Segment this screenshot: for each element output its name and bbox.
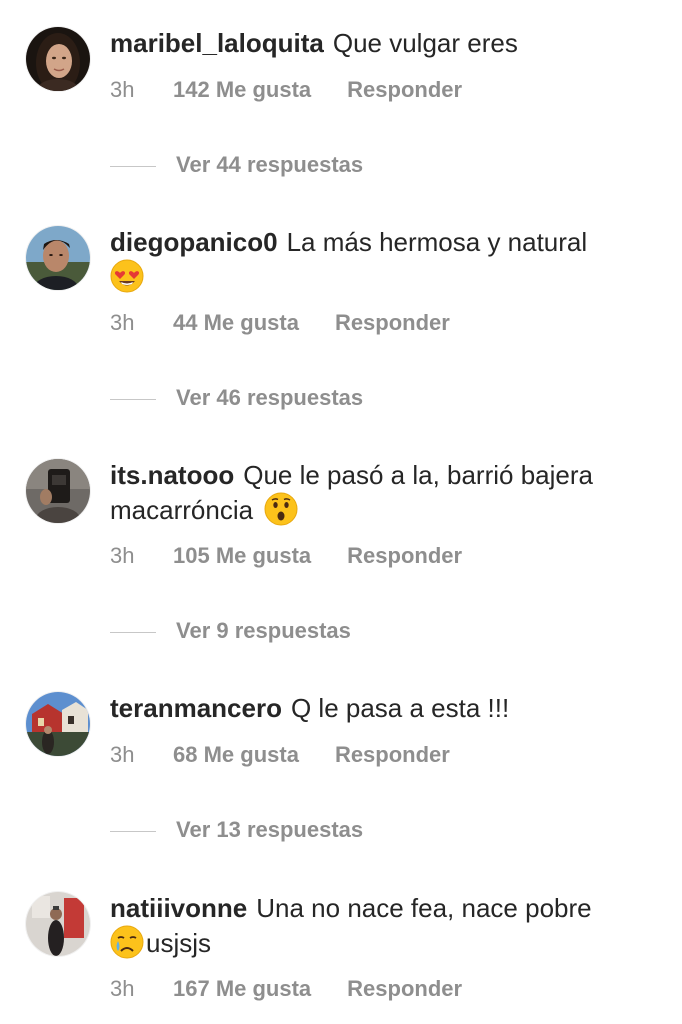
likes-count-button[interactable]: 142 Me gusta (173, 77, 311, 103)
avatar[interactable] (26, 226, 90, 290)
comment-body: diegopanico0 La más hermosa y natural (110, 226, 660, 294)
reply-button[interactable]: Responder (335, 742, 450, 768)
avatar[interactable] (26, 459, 90, 523)
comment-meta: 3h 105 Me gusta Responder (110, 543, 462, 569)
reply-button[interactable]: Responder (347, 543, 462, 569)
view-replies-button[interactable]: Ver 46 respuestas (110, 385, 363, 411)
comment-text: Que vulgar eres (332, 28, 518, 58)
avatar[interactable] (26, 27, 90, 91)
reply-button[interactable]: Responder (335, 310, 450, 336)
comment-text: La más hermosa y natural (286, 227, 588, 257)
view-replies-button[interactable]: Ver 9 respuestas (110, 618, 351, 644)
comment-meta: 3h 68 Me gusta Responder (110, 742, 450, 768)
comment-time: 3h (110, 742, 135, 767)
comment-username[interactable]: maribel_laloquita (110, 28, 324, 58)
comment-text-suffix: usjsjs (146, 928, 212, 958)
heart-eyes-emoji (110, 259, 144, 293)
comment-time: 3h (110, 310, 135, 335)
replies-divider-line (110, 165, 156, 167)
replies-divider-line (110, 830, 156, 832)
likes-count-button[interactable]: 68 Me gusta (173, 742, 299, 768)
view-replies-label: Ver 9 respuestas (176, 618, 351, 643)
avatar[interactable] (26, 892, 90, 956)
reply-button[interactable]: Responder (347, 976, 462, 1002)
replies-divider-line (110, 398, 156, 400)
comment-meta: 3h 142 Me gusta Responder (110, 77, 462, 103)
comment-body: maribel_laloquita Que vulgar eres (110, 27, 660, 60)
surprised-face-emoji (264, 492, 298, 526)
comment-meta: 3h 44 Me gusta Responder (110, 310, 450, 336)
comment-meta: 3h 167 Me gusta Responder (110, 976, 462, 1002)
view-replies-label: Ver 13 respuestas (176, 817, 364, 842)
view-replies-label: Ver 46 respuestas (176, 385, 364, 410)
comment-username[interactable]: natiiivonne (110, 893, 247, 923)
comment-time: 3h (110, 543, 135, 568)
comment-text: Q le pasa a esta !!! (290, 693, 510, 723)
likes-count-button[interactable]: 167 Me gusta (173, 976, 311, 1002)
comment-body: its.natooo Que le pasó a la, barrió bajer… (110, 459, 660, 527)
comment-username[interactable]: its.natooo (110, 460, 234, 490)
comment-time: 3h (110, 77, 135, 102)
reply-button[interactable]: Responder (347, 77, 462, 103)
replies-divider-line (110, 631, 156, 633)
view-replies-label: Ver 44 respuestas (176, 152, 364, 177)
comment-text: Una no nace fea, nace pobre (256, 893, 592, 923)
view-replies-button[interactable]: Ver 44 respuestas (110, 152, 363, 178)
avatar[interactable] (26, 692, 90, 756)
comment-username[interactable]: diegopanico0 (110, 227, 278, 257)
comment-username[interactable]: teranmancero (110, 693, 282, 723)
comment-body: natiiivonne Una no nace fea, nace pobre u… (110, 892, 660, 960)
likes-count-button[interactable]: 44 Me gusta (173, 310, 299, 336)
likes-count-button[interactable]: 105 Me gusta (173, 543, 311, 569)
comment-body: teranmancero Q le pasa a esta !!! (110, 692, 660, 725)
view-replies-button[interactable]: Ver 13 respuestas (110, 817, 363, 843)
comment-time: 3h (110, 976, 135, 1001)
crying-face-emoji (110, 925, 144, 959)
